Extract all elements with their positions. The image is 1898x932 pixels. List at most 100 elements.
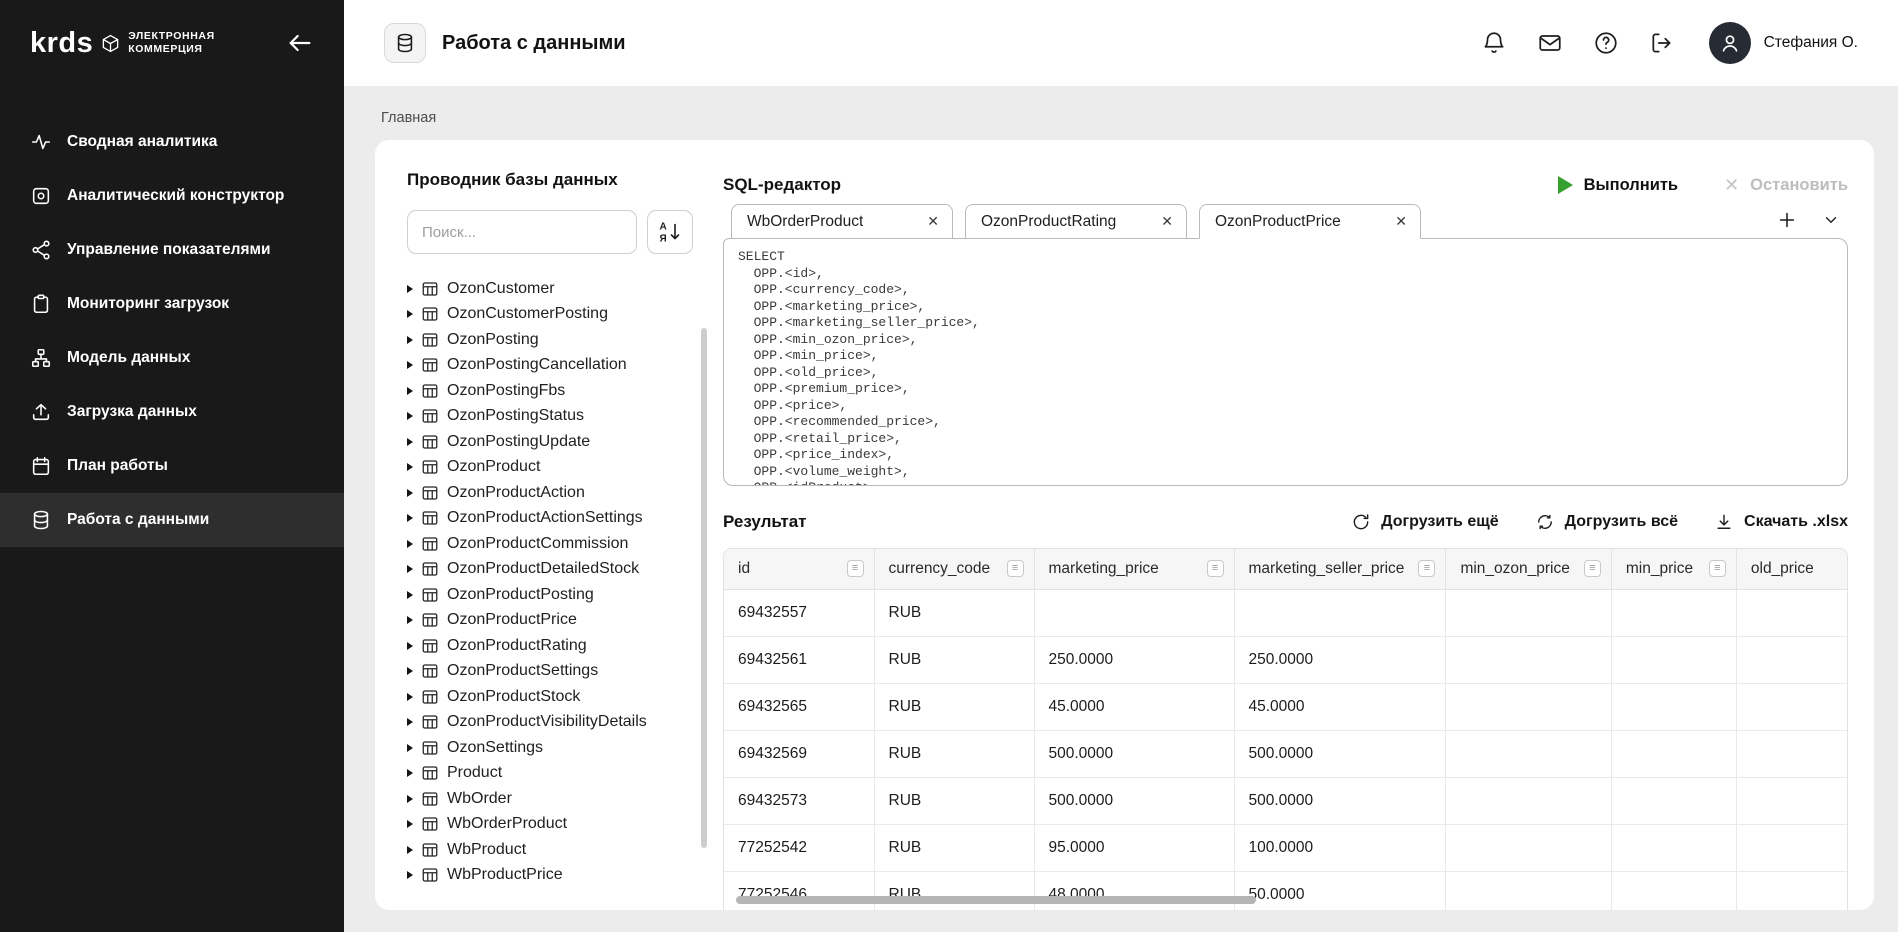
table-name: OzonPosting [447, 331, 539, 349]
tree-item[interactable]: OzonProductAction [407, 480, 693, 506]
sidebar-header: krds ЭЛЕКТРОННАЯ КОММЕРЦИЯ [0, 0, 344, 86]
run-button[interactable]: Выполнить [1558, 176, 1678, 195]
add-tab-button[interactable] [1776, 209, 1798, 231]
caret-right-icon[interactable] [407, 310, 413, 318]
column-menu-icon[interactable]: ≡ [1418, 560, 1435, 577]
sidebar-item[interactable]: Работа с данными [0, 493, 344, 547]
sidebar-item[interactable]: Модель данных [0, 331, 344, 385]
tree-item[interactable]: OzonPostingCancellation [407, 353, 693, 379]
close-icon[interactable]: ✕ [1387, 213, 1407, 230]
tree-item[interactable]: OzonPosting [407, 327, 693, 353]
caret-right-icon[interactable] [407, 412, 413, 420]
tree-item[interactable]: OzonCustomerPosting [407, 302, 693, 328]
column-menu-icon[interactable]: ≡ [847, 560, 864, 577]
column-menu-icon[interactable]: ≡ [1007, 560, 1024, 577]
table-icon [421, 764, 439, 782]
caret-right-icon[interactable] [407, 489, 413, 497]
column-header: min_ozon_price ≡ [1446, 549, 1611, 589]
sql-code-editor[interactable]: SELECT OPP.<id>, OPP.<currency_code>, OP… [723, 238, 1848, 486]
sidebar-collapse-button[interactable] [284, 27, 316, 59]
caret-right-icon[interactable] [407, 693, 413, 701]
avatar[interactable] [1709, 22, 1751, 64]
sql-tabs: WbOrderProduct ✕ OzonProductRating ✕ [731, 204, 1421, 239]
close-icon[interactable]: ✕ [1153, 213, 1173, 230]
tree-item[interactable]: OzonProductPosting [407, 582, 693, 608]
load-more-button[interactable]: Догрузить ещё [1351, 512, 1498, 532]
tree-item[interactable]: OzonProductActionSettings [407, 506, 693, 532]
tree-item[interactable]: WbOrder [407, 786, 693, 812]
tree-item[interactable]: OzonProductDetailedStock [407, 557, 693, 583]
caret-right-icon[interactable] [407, 336, 413, 344]
app-root: krds ЭЛЕКТРОННАЯ КОММЕРЦИЯ Сводная анали… [0, 0, 1898, 932]
result-table: id ≡ currency_code ≡ [724, 549, 1848, 910]
content-area: Главная Проводник базы данных [344, 86, 1898, 932]
tree-item[interactable]: WbProductPrice [407, 863, 693, 889]
sql-tab[interactable]: OzonProductRating ✕ [965, 204, 1187, 239]
tree-item[interactable]: OzonProductVisibilityDetails [407, 710, 693, 736]
sql-tab[interactable]: OzonProductPrice ✕ [1199, 204, 1421, 239]
logout-icon[interactable] [1649, 30, 1675, 56]
sort-button[interactable] [647, 210, 693, 254]
tree-item[interactable]: OzonCustomer [407, 276, 693, 302]
tree-item[interactable]: OzonProductCommission [407, 531, 693, 557]
tree-item[interactable]: OzonProductRating [407, 633, 693, 659]
tree-item[interactable]: OzonProduct [407, 455, 693, 481]
caret-right-icon[interactable] [407, 514, 413, 522]
cell-marketing-price: 500.0000 [1034, 777, 1234, 824]
caret-right-icon[interactable] [407, 616, 413, 624]
tree-item[interactable]: OzonPostingStatus [407, 404, 693, 430]
tree-item[interactable]: OzonPostingFbs [407, 378, 693, 404]
cell-id: 69432561 [724, 636, 874, 683]
caret-right-icon[interactable] [407, 361, 413, 369]
caret-right-icon[interactable] [407, 540, 413, 548]
caret-right-icon[interactable] [407, 744, 413, 752]
search-input[interactable] [407, 210, 637, 254]
sidebar-item[interactable]: Сводная аналитика [0, 115, 344, 169]
caret-right-icon[interactable] [407, 463, 413, 471]
tree-item[interactable]: WbProduct [407, 837, 693, 863]
caret-right-icon[interactable] [407, 795, 413, 803]
close-icon[interactable]: ✕ [919, 213, 939, 230]
tree-item[interactable]: WbOrderProduct [407, 812, 693, 838]
column-menu-icon[interactable]: ≡ [1207, 560, 1224, 577]
stop-button[interactable]: ✕ Остановить [1724, 176, 1848, 195]
sidebar-item[interactable]: План работы [0, 439, 344, 493]
tree-scrollbar[interactable] [701, 328, 707, 848]
download-xlsx-button[interactable]: Скачать .xlsx [1714, 512, 1848, 532]
load-all-button[interactable]: Догрузить всё [1535, 512, 1678, 532]
tree-item[interactable]: Product [407, 761, 693, 787]
tree-item[interactable]: OzonProductPrice [407, 608, 693, 634]
caret-right-icon[interactable] [407, 871, 413, 879]
tree-item[interactable]: OzonPostingUpdate [407, 429, 693, 455]
caret-right-icon[interactable] [407, 565, 413, 573]
cell-min-ozon-price [1446, 824, 1611, 871]
caret-right-icon[interactable] [407, 718, 413, 726]
caret-right-icon[interactable] [407, 387, 413, 395]
caret-right-icon[interactable] [407, 846, 413, 854]
breadcrumb[interactable]: Главная [381, 110, 1874, 126]
caret-right-icon[interactable] [407, 642, 413, 650]
sidebar-item[interactable]: Аналитический конструктор [0, 169, 344, 223]
tabs-dropdown-button[interactable] [1822, 211, 1840, 229]
column-menu-icon[interactable]: ≡ [1709, 560, 1726, 577]
help-icon[interactable] [1593, 30, 1619, 56]
caret-right-icon[interactable] [407, 820, 413, 828]
sidebar-item[interactable]: Мониторинг загрузок [0, 277, 344, 331]
tree-item[interactable]: OzonSettings [407, 735, 693, 761]
sidebar-item[interactable]: Загрузка данных [0, 385, 344, 439]
caret-right-icon[interactable] [407, 667, 413, 675]
table-icon [421, 280, 439, 298]
mail-icon[interactable] [1537, 30, 1563, 56]
column-menu-icon[interactable]: ≡ [1584, 560, 1601, 577]
caret-right-icon[interactable] [407, 591, 413, 599]
sql-tab[interactable]: WbOrderProduct ✕ [731, 204, 953, 239]
table-name: OzonProductActionSettings [447, 509, 643, 527]
tree-item[interactable]: OzonProductStock [407, 684, 693, 710]
caret-right-icon[interactable] [407, 438, 413, 446]
tree-item[interactable]: OzonProductSettings [407, 659, 693, 685]
horizontal-scrollbar[interactable] [736, 896, 1256, 904]
sidebar-item[interactable]: Управление показателями [0, 223, 344, 277]
caret-right-icon[interactable] [407, 285, 413, 293]
caret-right-icon[interactable] [407, 769, 413, 777]
bell-icon[interactable] [1481, 30, 1507, 56]
